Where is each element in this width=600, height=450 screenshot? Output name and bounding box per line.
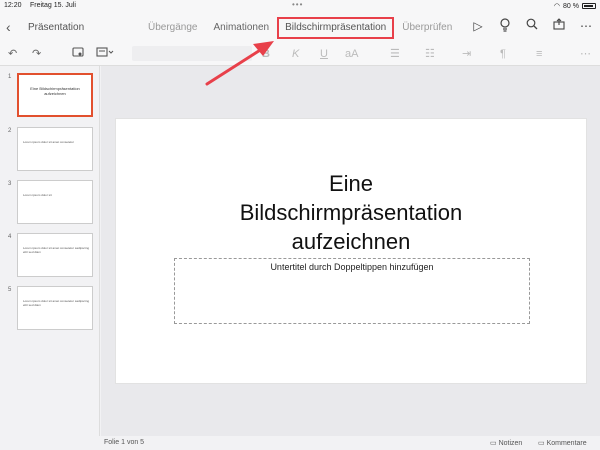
wifi-icon: ◠	[553, 3, 561, 10]
thumb-text: Lorem ipsum dolor sit	[23, 193, 52, 197]
record-screen-icon[interactable]	[72, 46, 84, 62]
subtitle-placeholder[interactable]: Untertitel durch Doppeltippen hinzufügen	[174, 258, 530, 324]
tab-review[interactable]: Überprüfen	[394, 17, 460, 39]
slide-thumbnails: 1 Eine Bildschirmpräsentation aufzeichne…	[0, 66, 100, 436]
subtitle-text: Untertitel durch Doppeltippen hinzufügen	[270, 262, 434, 272]
status-right: ◠ 80 %	[554, 2, 596, 10]
slide-title-line: aufzeichnen	[291, 229, 411, 254]
comments-button[interactable]: ▭ Kommentare	[538, 439, 587, 447]
thumb-slide-5[interactable]: Lorem ipsum dolor sit amet consetetur sa…	[17, 286, 93, 330]
status-bar: 12:20 Freitag 15. Juli ••• ◠ 80 %	[0, 0, 600, 12]
paragraph-style-icon[interactable]: ¶	[500, 46, 506, 62]
thumb-title: Eine Bildschirmpräsentation aufzeichnen	[30, 86, 80, 96]
redo-icon[interactable]: ↷	[32, 46, 41, 62]
battery-icon	[582, 3, 596, 9]
thumb-slide-2[interactable]: Lorem ipsum dolor sit amet consetetur	[17, 127, 93, 171]
status-time: 12:20	[4, 2, 22, 9]
slide-canvas: Eine Bildschirmpräsentation aufzeichnen …	[101, 66, 600, 436]
thumb-slide-3[interactable]: Lorem ipsum dolor sit	[17, 180, 93, 224]
thumb-number: 2	[8, 128, 12, 134]
thumb-number: 3	[8, 181, 12, 187]
indent-icon[interactable]: ⇥	[462, 46, 471, 62]
tab-animations[interactable]: Animationen	[205, 17, 277, 39]
bullet-list-icon[interactable]: ☰	[390, 46, 400, 62]
play-icon[interactable]: ▷	[470, 18, 486, 34]
slide-title-line: Eine	[328, 171, 374, 196]
notes-label: Notizen	[498, 440, 523, 447]
undo-icon[interactable]: ↶	[8, 46, 17, 62]
multitasking-dots[interactable]: •••	[292, 0, 303, 9]
bold-button[interactable]: B	[262, 46, 270, 62]
underline-button[interactable]: U	[320, 46, 328, 62]
toolbar-more-icon[interactable]: ⋯	[580, 46, 591, 62]
current-slide[interactable]: Eine Bildschirmpräsentation aufzeichnen …	[115, 118, 587, 384]
more-icon[interactable]: ⋯	[578, 18, 594, 34]
thumb-text: Lorem ipsum dolor sit amet consetetur sa…	[23, 299, 90, 307]
thumb-number: 5	[8, 287, 12, 293]
status-date: Freitag 15. Juli	[30, 2, 76, 9]
slide-title[interactable]: Eine Bildschirmpräsentation aufzeichnen	[116, 169, 586, 256]
back-icon[interactable]: ‹	[6, 19, 11, 35]
status-footer: Folie 1 von 5 ▭ Notizen ▭ Kommentare	[0, 436, 600, 450]
thumb-text: Lorem ipsum dolor sit amet consetetur sa…	[23, 246, 90, 254]
font-size-button[interactable]: aA	[345, 46, 358, 62]
thumb-number: 1	[8, 74, 12, 80]
italic-button[interactable]: K	[292, 46, 299, 62]
layout-icon[interactable]	[96, 46, 114, 62]
ribbon-tabs: Übergänge Animationen Bildschirmpräsenta…	[140, 17, 460, 39]
document-title: Präsentation	[28, 22, 85, 33]
thumb-slide-1[interactable]: Eine Bildschirmpräsentation aufzeichnen	[17, 73, 93, 117]
notes-button[interactable]: ▭ Notizen	[490, 439, 522, 447]
slide-title-line: Bildschirmpräsentation	[239, 200, 463, 225]
align-icon[interactable]: ≡	[536, 46, 542, 62]
top-bar: ‹ Präsentation Übergänge Animationen Bil…	[0, 12, 600, 42]
thumb-slide-4[interactable]: Lorem ipsum dolor sit amet consetetur sa…	[17, 233, 93, 277]
slide-count: Folie 1 von 5	[104, 439, 145, 446]
lightbulb-icon[interactable]	[497, 18, 513, 34]
thumb-text: Lorem ipsum dolor sit amet consetetur	[23, 140, 75, 144]
battery-percent: 80 %	[563, 2, 579, 10]
header-actions: ▷ ⋯	[470, 18, 594, 34]
comments-label: Kommentare	[546, 440, 587, 447]
tab-slideshow[interactable]: Bildschirmpräsentation	[277, 17, 395, 39]
tab-transitions[interactable]: Übergänge	[140, 17, 205, 39]
search-icon[interactable]	[524, 18, 540, 34]
share-icon[interactable]	[551, 18, 567, 34]
toolbar: ↶ ↷ B K U aA ☰ ☷ ⇥ ¶ ≡ ⋯	[0, 42, 600, 66]
thumb-number: 4	[8, 234, 12, 240]
font-name-field[interactable]	[132, 46, 252, 61]
numbered-list-icon[interactable]: ☷	[425, 46, 435, 62]
